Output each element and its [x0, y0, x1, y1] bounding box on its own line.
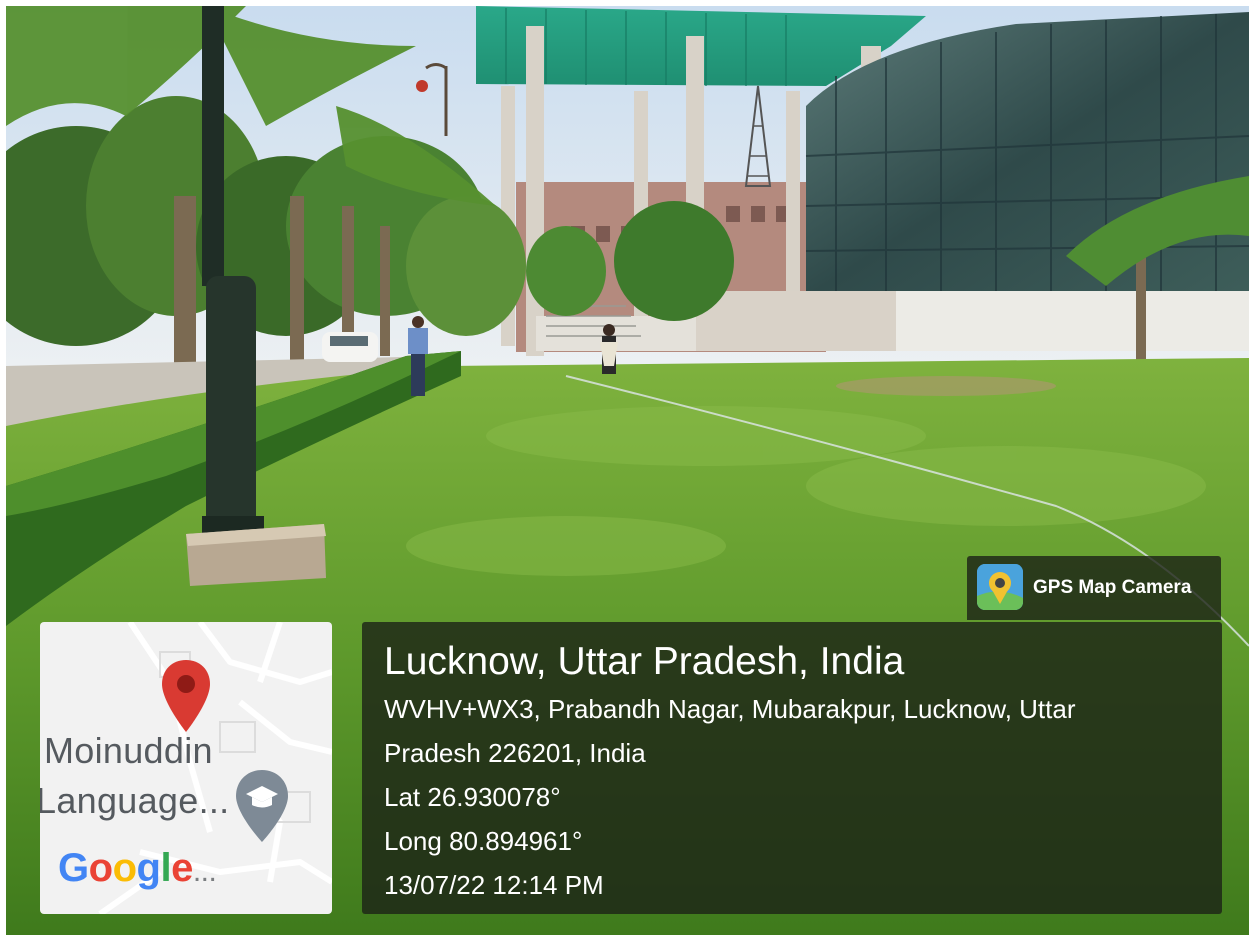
timestamp: 13/07/22 12:14 PM	[384, 870, 604, 900]
address-line-2: Pradesh 226201, India	[384, 738, 646, 768]
person-standing	[408, 316, 428, 396]
campus-photo: GPS Map Camera Lucknow, Uttar Pradesh, I…	[6, 6, 1249, 935]
location-pin-icon	[162, 660, 210, 732]
google-logo-letter: e	[171, 846, 193, 890]
location-panel: Lucknow, Uttar Pradesh, India WVHV+WX3, …	[362, 622, 1222, 914]
latitude: Lat 26.930078°	[384, 782, 561, 812]
address-line-1: WVHV+WX3, Prabandh Nagar, Mubarakpur, Lu…	[384, 694, 1076, 724]
google-logo-letter: l	[160, 846, 172, 890]
camera-location-pin-icon	[977, 564, 1023, 610]
map-place-name-2: Language...	[40, 780, 230, 821]
map-place-name: Moinuddin	[44, 730, 213, 771]
google-logo-letter: o	[112, 846, 137, 890]
watermark-badge: GPS Map Camera	[967, 556, 1221, 620]
google-logo-letter: g	[136, 846, 161, 890]
google-logo-letter: G	[58, 846, 89, 890]
location-title: Lucknow, Uttar Pradesh, India	[384, 640, 905, 683]
longitude: Long 80.894961°	[384, 826, 583, 856]
google-logo: Google...	[58, 846, 217, 890]
google-logo-letter: o	[88, 846, 113, 890]
map-thumbnail: Moinuddin Language... Google...	[40, 622, 332, 914]
graduation-cap-icon	[236, 770, 288, 842]
watermark-app-name: GPS Map Camera	[1033, 577, 1192, 598]
